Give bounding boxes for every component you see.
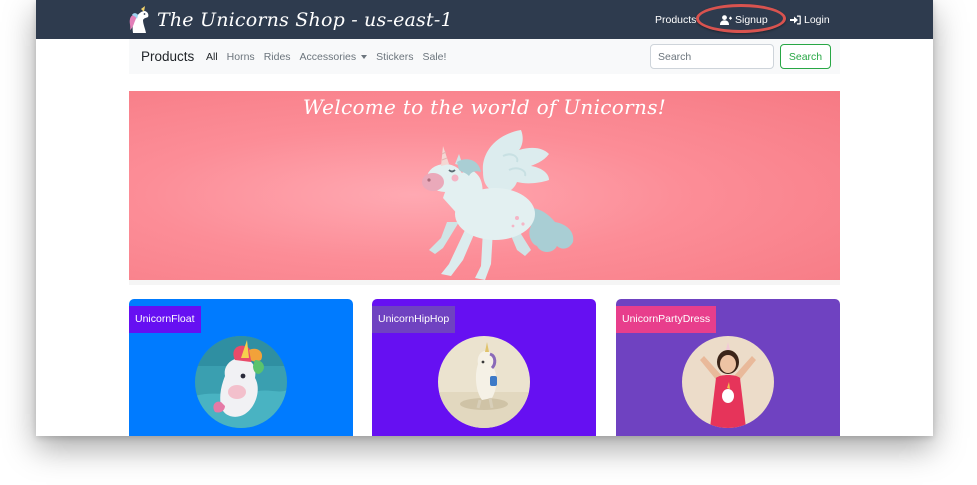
search-input[interactable] bbox=[650, 44, 774, 69]
filter-horns[interactable]: Horns bbox=[227, 51, 255, 63]
welcome-banner: Welcome to the world of Unicorns! bbox=[129, 91, 840, 280]
filter-accessories-label: Accessories bbox=[299, 50, 357, 63]
category-filters: All Horns Rides Accessories Stickers Sal… bbox=[206, 39, 455, 74]
product-card-label: UnicornHipHop bbox=[372, 306, 456, 333]
nav-login-link[interactable]: Login bbox=[790, 0, 830, 39]
nav-login-label: Login bbox=[804, 13, 830, 26]
nav-signup-label: Signup bbox=[735, 13, 768, 26]
nav-products-label: Products bbox=[655, 13, 697, 26]
brand[interactable]: The Unicorns Shop - us-east-1 bbox=[128, 4, 453, 35]
banner-title: Welcome to the world of Unicorns! bbox=[302, 95, 667, 119]
product-card-label: UnicornFloat bbox=[129, 306, 201, 333]
caret-down-icon bbox=[361, 54, 368, 59]
sign-in-icon bbox=[790, 15, 801, 24]
unicorn-logo-icon bbox=[129, 5, 149, 33]
unicornhiphop-photo bbox=[438, 336, 530, 428]
browser-window: The Unicorns Shop - us-east-1 Products S… bbox=[36, 0, 933, 436]
product-card-label: UnicornPartyDress bbox=[616, 306, 717, 333]
products-heading[interactable]: Products bbox=[141, 39, 194, 74]
top-navbar: The Unicorns Shop - us-east-1 Products S… bbox=[36, 0, 933, 39]
user-plus-icon bbox=[720, 14, 732, 25]
flying-unicorn-illustration bbox=[422, 130, 574, 280]
nav-products-link[interactable]: Products bbox=[655, 0, 696, 39]
filter-stickers[interactable]: Stickers bbox=[376, 51, 413, 63]
unicornpartydress-photo bbox=[682, 336, 774, 428]
filter-rides[interactable]: Rides bbox=[264, 51, 291, 63]
banner-bottom-strip bbox=[129, 280, 840, 285]
product-card-unicornhiphop[interactable]: UnicornHipHop bbox=[372, 299, 596, 436]
products-subnav: Products All Horns Rides Accessories Sti… bbox=[129, 39, 840, 74]
brand-title: The Unicorns Shop - us-east-1 bbox=[157, 8, 453, 31]
search-button[interactable]: Search bbox=[780, 44, 831, 69]
nav-signup-link[interactable]: Signup bbox=[720, 0, 768, 39]
filter-all[interactable]: All bbox=[206, 51, 218, 63]
filter-accessories-dropdown[interactable]: Accessories bbox=[300, 51, 368, 63]
product-card-unicornfloat[interactable]: UnicornFloat bbox=[129, 299, 353, 436]
product-card-unicornpartydress[interactable]: UnicornPartyDress bbox=[616, 299, 840, 436]
unicornfloat-photo bbox=[195, 336, 287, 428]
filter-sale[interactable]: Sale! bbox=[423, 51, 447, 63]
